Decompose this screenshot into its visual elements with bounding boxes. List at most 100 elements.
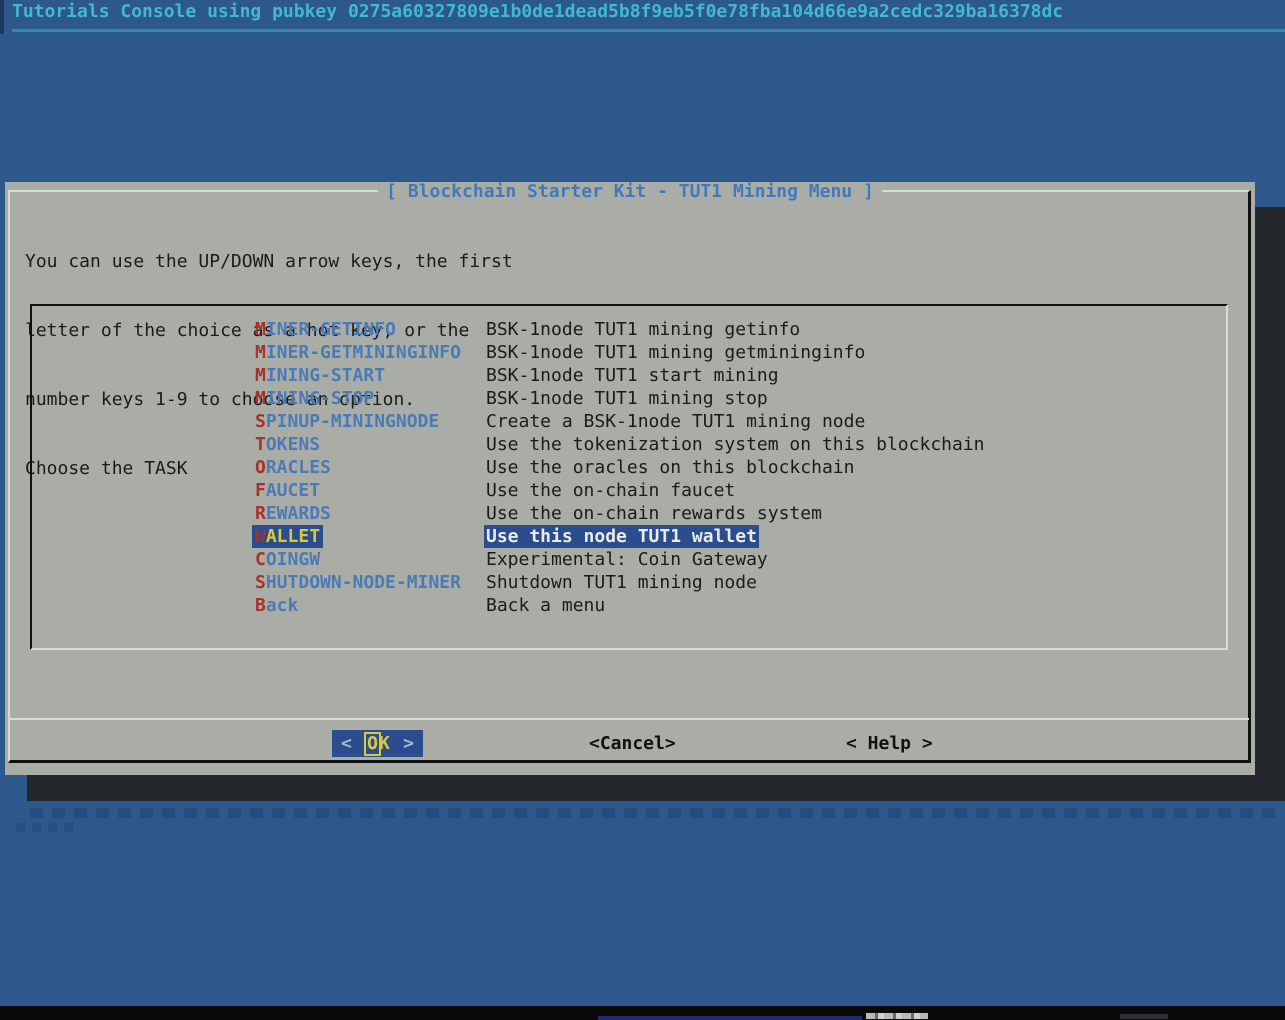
menu-item-hotkey: M	[255, 365, 266, 386]
menu-item-tag: COINGW	[255, 548, 320, 571]
taskbar-blue-strip	[598, 1016, 862, 1020]
menu-item-description: BSK-1node TUT1 mining getinfo	[486, 318, 800, 341]
menu-item-tag-rest: ALLET	[266, 526, 320, 547]
menu-item-tokens[interactable]: TOKENS Use the tokenization system on th…	[32, 433, 1226, 456]
menu-item-spinup-miningnode[interactable]: SPINUP-MININGNODE Create a BSK-1node TUT…	[32, 410, 1226, 433]
bottom-taskbar-sliver	[0, 1006, 1285, 1020]
instructions-line: You can use the UP/DOWN arrow keys, the …	[25, 250, 513, 273]
menu-item-description: BSK-1node TUT1 mining getmininginfo	[486, 341, 865, 364]
menu-item-description: Use the on-chain faucet	[486, 479, 735, 502]
menu-item-tag: WALLET	[252, 525, 323, 548]
menu-item-coingw[interactable]: COINGW Experimental: Coin Gateway	[32, 548, 1226, 571]
menu-item-tag-rest: ack	[266, 595, 299, 616]
menu-item-tag-column: COINGW	[255, 548, 486, 571]
button-row: < OK > <Cancel> < Help >	[5, 730, 1255, 758]
menu-item-tag-column: SPINUP-MININGNODE	[255, 410, 486, 433]
terminal-screen: Tutorials Console using pubkey 0275a6032…	[0, 0, 1285, 1020]
menu-item-oracles[interactable]: ORACLES Use the oracles on this blockcha…	[32, 456, 1226, 479]
menu-item-tag-rest: OKENS	[266, 434, 320, 455]
menu-item-tag: MINING-STOP	[255, 387, 374, 410]
menu-item-tag-column: ORACLES	[255, 456, 486, 479]
menu-item-hotkey: O	[255, 457, 266, 478]
help-button[interactable]: < Help >	[846, 730, 933, 757]
menu-item-tag-rest: INER-GETMININGINFO	[266, 342, 461, 363]
menu-item-miner-getinfo[interactable]: MINER-GETINFO BSK-1node TUT1 mining geti…	[32, 318, 1226, 341]
menu-item-tag-column: WALLET	[255, 525, 486, 548]
menu-item-tag-column: MINING-START	[255, 364, 486, 387]
taskbar-dark-mark	[1120, 1014, 1168, 1019]
menu-item-hotkey: S	[255, 411, 266, 432]
menu-item-tag-column: MINING-STOP	[255, 387, 486, 410]
menu-item-tag: REWARDS	[255, 502, 331, 525]
background-ghost-text	[16, 823, 78, 832]
menu-item-tag: ORACLES	[255, 456, 331, 479]
menu-item-tag: FAUCET	[255, 479, 320, 502]
menu-item-hotkey: C	[255, 549, 266, 570]
menu-item-faucet[interactable]: FAUCET Use the on-chain faucet	[32, 479, 1226, 502]
menu-item-tag-rest: EWARDS	[266, 503, 331, 524]
taskbar-gray-marks	[866, 1013, 928, 1019]
menu-item-tag-rest: INING-START	[266, 365, 385, 386]
menu-item-mining-stop[interactable]: MINING-STOP BSK-1node TUT1 mining stop	[32, 387, 1226, 410]
menu-item-tag-column: REWARDS	[255, 502, 486, 525]
menu-item-tag: MINER-GETMININGINFO	[255, 341, 461, 364]
menu-item-tag-rest: PINUP-MININGNODE	[266, 411, 439, 432]
ok-label-rest: K	[379, 733, 390, 754]
dialog-title: [ Blockchain Starter Kit - TUT1 Mining M…	[378, 182, 882, 201]
menu-item-hotkey: F	[255, 480, 266, 501]
menu-item-hotkey: S	[255, 572, 266, 593]
screen-edge-sliver	[0, 0, 4, 34]
menu-item-tag-rest: INER-GETINFO	[266, 319, 396, 340]
menu-item-tag-column: TOKENS	[255, 433, 486, 456]
menu-item-tag: Back	[255, 594, 298, 617]
menu-item-description: Back a menu	[486, 594, 605, 617]
menu-item-description: Use the on-chain rewards system	[486, 502, 822, 525]
menu-item-tag-rest: INING-STOP	[266, 388, 374, 409]
menu-item-tag: TOKENS	[255, 433, 320, 456]
menu-item-rewards[interactable]: REWARDS Use the on-chain rewards system	[32, 502, 1226, 525]
menu-item-hotkey: B	[255, 595, 266, 616]
button-separator	[10, 718, 1249, 720]
menu-item-description: Use the tokenization system on this bloc…	[486, 433, 985, 456]
menu-item-back[interactable]: Back Back a menu	[32, 594, 1226, 617]
ok-button-label: OK	[365, 732, 390, 756]
ok-left-angle: <	[341, 733, 352, 754]
menu-item-hotkey: M	[255, 342, 266, 363]
menu-item-mining-start[interactable]: MINING-START BSK-1node TUT1 start mining	[32, 364, 1226, 387]
menu-item-shutdown-node-miner[interactable]: SHUTDOWN-NODE-MINER Shutdown TUT1 mining…	[32, 571, 1226, 594]
menu-item-tag-rest: OINGW	[266, 549, 320, 570]
menu-item-tag: SPINUP-MININGNODE	[255, 410, 439, 433]
menu-item-tag: MINING-START	[255, 364, 385, 387]
menu-item-hotkey: M	[255, 319, 266, 340]
menu-item-tag-column: MINER-GETINFO	[255, 318, 486, 341]
menu-item-description: BSK-1node TUT1 start mining	[486, 364, 779, 387]
mining-menu-dialog: [ Blockchain Starter Kit - TUT1 Mining M…	[5, 182, 1255, 775]
menu-item-tag-column: Back	[255, 594, 486, 617]
menu-item-wallet[interactable]: WALLET Use this node TUT1 wallet	[32, 525, 1226, 548]
menu-item-tag: SHUTDOWN-NODE-MINER	[255, 571, 461, 594]
menu-item-hotkey: R	[255, 503, 266, 524]
menu-item-description: BSK-1node TUT1 mining stop	[486, 387, 768, 410]
menu-item-tag-column: FAUCET	[255, 479, 486, 502]
background-ghost-text	[30, 808, 1278, 818]
menu-item-description: Create a BSK-1node TUT1 mining node	[486, 410, 865, 433]
menu-item-description: Use the oracles on this blockchain	[486, 456, 854, 479]
ok-right-angle: >	[403, 733, 414, 754]
menu-item-tag-rest: HUTDOWN-NODE-MINER	[266, 572, 461, 593]
menu-list: MINER-GETINFO BSK-1node TUT1 mining geti…	[30, 304, 1228, 650]
menu-item-hotkey: M	[255, 388, 266, 409]
menu-item-tag-column: MINER-GETMININGINFO	[255, 341, 486, 364]
menu-item-description: Use this node TUT1 wallet	[484, 525, 759, 548]
menu-item-description: Experimental: Coin Gateway	[486, 548, 768, 571]
cancel-button[interactable]: <Cancel>	[589, 730, 676, 757]
menu-item-miner-getmininginfo[interactable]: MINER-GETMININGINFO BSK-1node TUT1 minin…	[32, 341, 1226, 364]
menu-item-hotkey: T	[255, 434, 266, 455]
menu-item-tag-column: SHUTDOWN-NODE-MINER	[255, 571, 486, 594]
menu-item-tag-rest: AUCET	[266, 480, 320, 501]
topbar-underline	[12, 29, 1285, 32]
menu-item-hotkey: W	[255, 526, 266, 547]
menu-item-tag-rest: RACLES	[266, 457, 331, 478]
menu-item-tag: MINER-GETINFO	[255, 318, 396, 341]
ok-button[interactable]: < OK >	[332, 730, 423, 757]
menu-item-description: Shutdown TUT1 mining node	[486, 571, 757, 594]
